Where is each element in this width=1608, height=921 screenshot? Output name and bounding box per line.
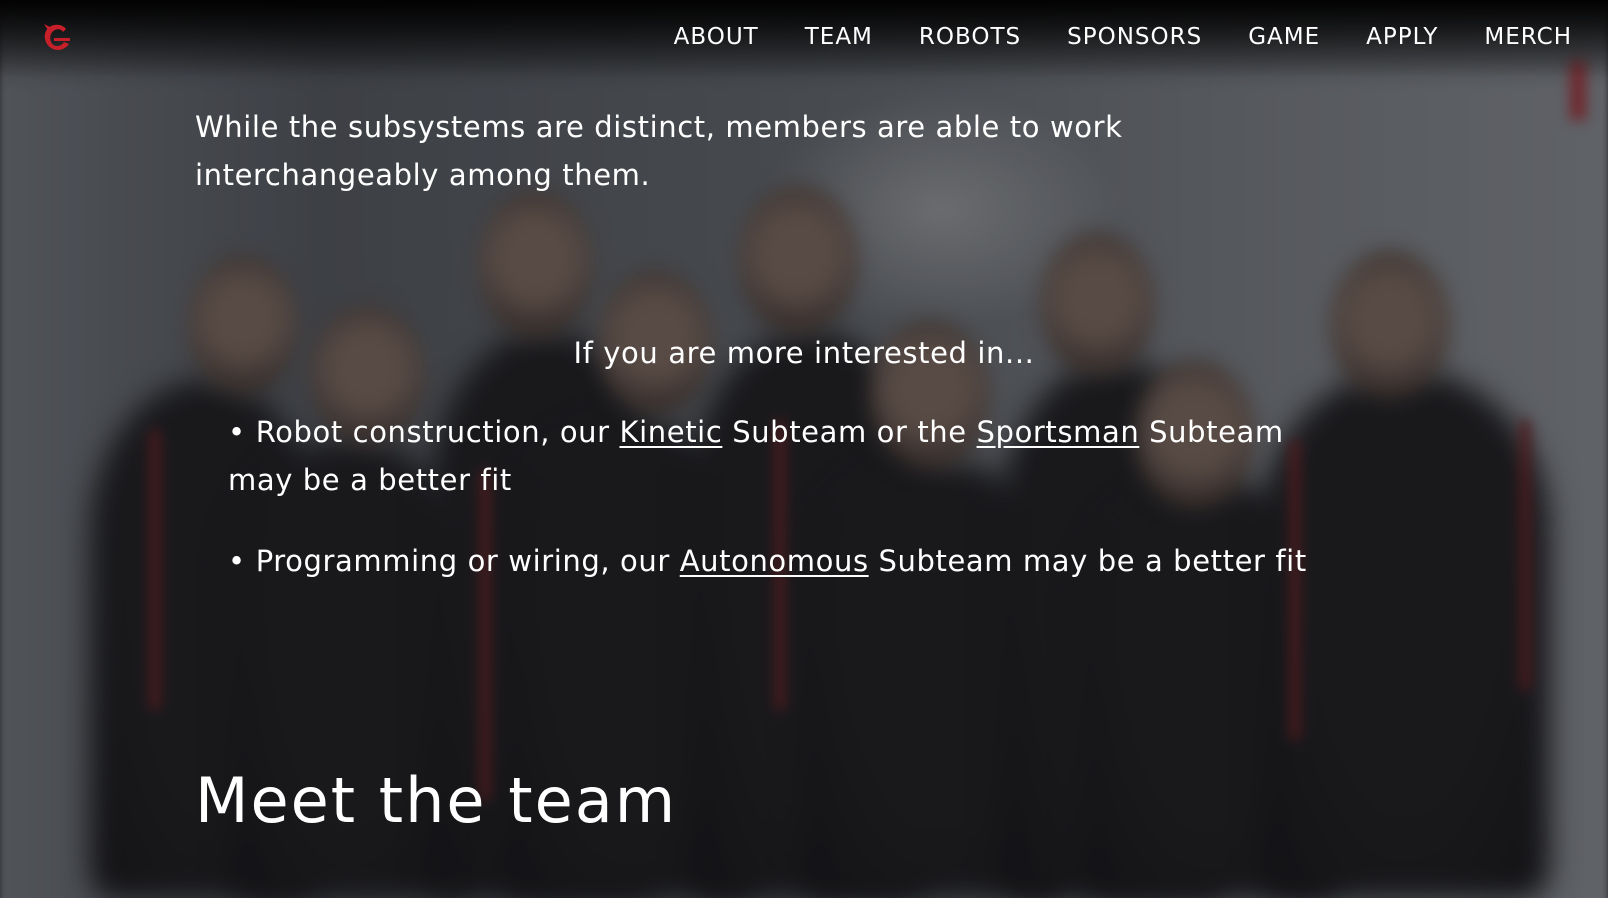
list-item: • Robot construction, our Kinetic Subteam… — [228, 408, 1358, 504]
kinetic-subteam-link[interactable]: Kinetic — [620, 415, 723, 449]
bullet-glyph: • — [228, 544, 246, 578]
list-item: • Programming or wiring, our Autonomous S… — [228, 537, 1358, 585]
meet-the-team-heading: Meet the team — [195, 764, 678, 837]
bullet-glyph: • — [228, 415, 246, 449]
list-item-text: Subteam may be a better fit — [868, 544, 1307, 578]
list-item-text: Subteam or the — [722, 415, 977, 449]
subteam-fit-list: • Robot construction, our Kinetic Subteam… — [228, 408, 1358, 618]
sportsman-subteam-link[interactable]: Sportsman — [977, 415, 1140, 449]
autonomous-subteam-link[interactable]: Autonomous — [680, 544, 869, 578]
interest-heading: If you are more interested in... — [573, 336, 1035, 370]
main-content: While the subsystems are distinct, membe… — [0, 0, 1608, 921]
subsystems-intro-text: While the subsystems are distinct, membe… — [195, 110, 1123, 192]
list-item-text: Robot construction, our — [255, 415, 620, 449]
list-item-text: Programming or wiring, our — [255, 544, 680, 578]
